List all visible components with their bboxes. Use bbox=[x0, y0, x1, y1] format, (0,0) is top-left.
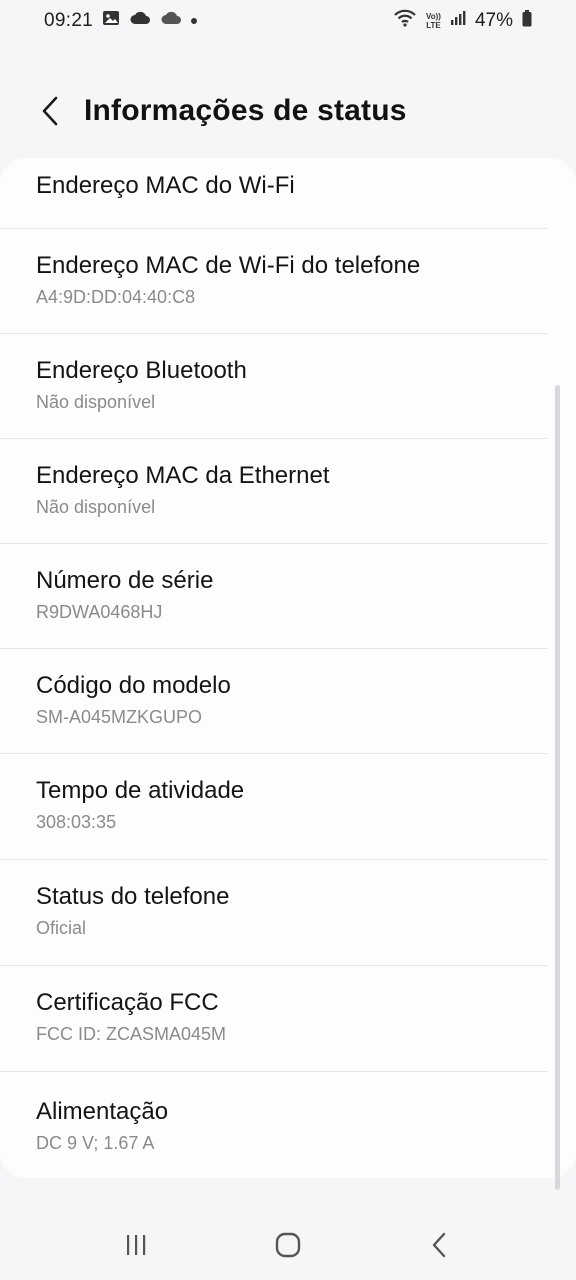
list-item-value: Não disponível bbox=[36, 392, 156, 412]
volte-label: Vo)) bbox=[426, 12, 441, 21]
list-item-title: Endereço Bluetooth bbox=[36, 357, 247, 384]
status-bar: 09:21 Vo)) LTE 47% bbox=[0, 0, 576, 42]
status-info-card: Endereço MAC do Wi-Fi Endereço MAC de Wi… bbox=[0, 158, 576, 1178]
screen: 09:21 Vo)) LTE 47% Informações de status… bbox=[0, 0, 576, 1280]
back-button[interactable] bbox=[22, 83, 78, 139]
list-item-uptime[interactable]: Tempo de atividade 308:03:35 bbox=[0, 754, 548, 860]
nav-back-button[interactable] bbox=[410, 1220, 470, 1270]
page-title: Informações de status bbox=[84, 94, 407, 127]
wifi-icon bbox=[393, 9, 417, 33]
list-item-value: SM-A045MZKGUPO bbox=[36, 707, 203, 727]
signal-icon bbox=[450, 10, 466, 32]
list-item-title: Alimentação bbox=[36, 1098, 169, 1125]
list-item-title: Endereço MAC do Wi-Fi bbox=[36, 172, 295, 199]
list-item-title: Número de série bbox=[36, 567, 214, 594]
list-item-ethernet-mac[interactable]: Endereço MAC da Ethernet Não disponível bbox=[0, 439, 548, 544]
list-item-serial-number[interactable]: Número de série R9DWA0468HJ bbox=[0, 544, 548, 649]
list-item-value: 308:03:35 bbox=[36, 812, 117, 832]
list-item-fcc-certification[interactable]: Certificação FCC FCC ID: ZCASMA045M bbox=[0, 966, 548, 1072]
list-item-title: Tempo de atividade bbox=[36, 777, 245, 804]
list-item-title: Endereço MAC da Ethernet bbox=[36, 462, 330, 489]
list-item-model-code[interactable]: Código do modelo SM-A045MZKGUPO bbox=[0, 649, 548, 754]
status-time: 09:21 bbox=[44, 10, 94, 31]
list-item-bluetooth-address[interactable]: Endereço Bluetooth Não disponível bbox=[0, 334, 548, 439]
navigation-bar bbox=[0, 1210, 576, 1280]
list-item-title: Endereço MAC de Wi-Fi do telefone bbox=[36, 252, 421, 279]
list-item-title: Status do telefone bbox=[36, 883, 230, 910]
list-item-wifi-mac[interactable]: Endereço MAC do Wi-Fi bbox=[0, 158, 548, 229]
list-item-title: Certificação FCC bbox=[36, 989, 219, 1016]
status-bar-right: Vo)) LTE 47% bbox=[393, 9, 532, 33]
gallery-icon bbox=[102, 9, 120, 33]
back-icon bbox=[432, 1232, 446, 1258]
list-item-value: Não disponível bbox=[36, 497, 156, 517]
volte-icon: Vo)) LTE bbox=[426, 12, 441, 30]
list-item-power-supply[interactable]: Alimentação DC 9 V; 1.67 A bbox=[0, 1072, 548, 1178]
list-item-value: DC 9 V; 1.67 A bbox=[36, 1133, 155, 1153]
list-item-value: R9DWA0468HJ bbox=[36, 602, 163, 622]
scrollbar[interactable] bbox=[555, 385, 560, 1190]
home-button[interactable] bbox=[258, 1220, 318, 1270]
cloud-icon bbox=[129, 10, 151, 32]
status-bar-left: 09:21 bbox=[44, 9, 198, 33]
notification-dot-icon bbox=[191, 18, 198, 24]
battery-icon bbox=[522, 9, 532, 33]
chevron-left-icon bbox=[42, 96, 58, 126]
list-item-value: A4:9D:DD:04:40:C8 bbox=[36, 287, 196, 307]
list-item-phone-status[interactable]: Status do telefone Oficial bbox=[0, 860, 548, 966]
list-item-title: Código do modelo bbox=[36, 672, 231, 699]
app-header: Informações de status bbox=[0, 80, 576, 142]
recent-apps-button[interactable] bbox=[106, 1220, 166, 1270]
cloud-icon bbox=[160, 10, 182, 32]
battery-percent: 47% bbox=[474, 10, 513, 31]
list-item-phone-wifi-mac[interactable]: Endereço MAC de Wi-Fi do telefone A4:9D:… bbox=[0, 229, 548, 334]
lte-label: LTE bbox=[426, 21, 441, 30]
list-item-value: Oficial bbox=[36, 918, 87, 938]
home-icon bbox=[275, 1232, 301, 1258]
recent-apps-icon bbox=[127, 1235, 146, 1255]
list-item-value: FCC ID: ZCASMA045M bbox=[36, 1024, 227, 1044]
